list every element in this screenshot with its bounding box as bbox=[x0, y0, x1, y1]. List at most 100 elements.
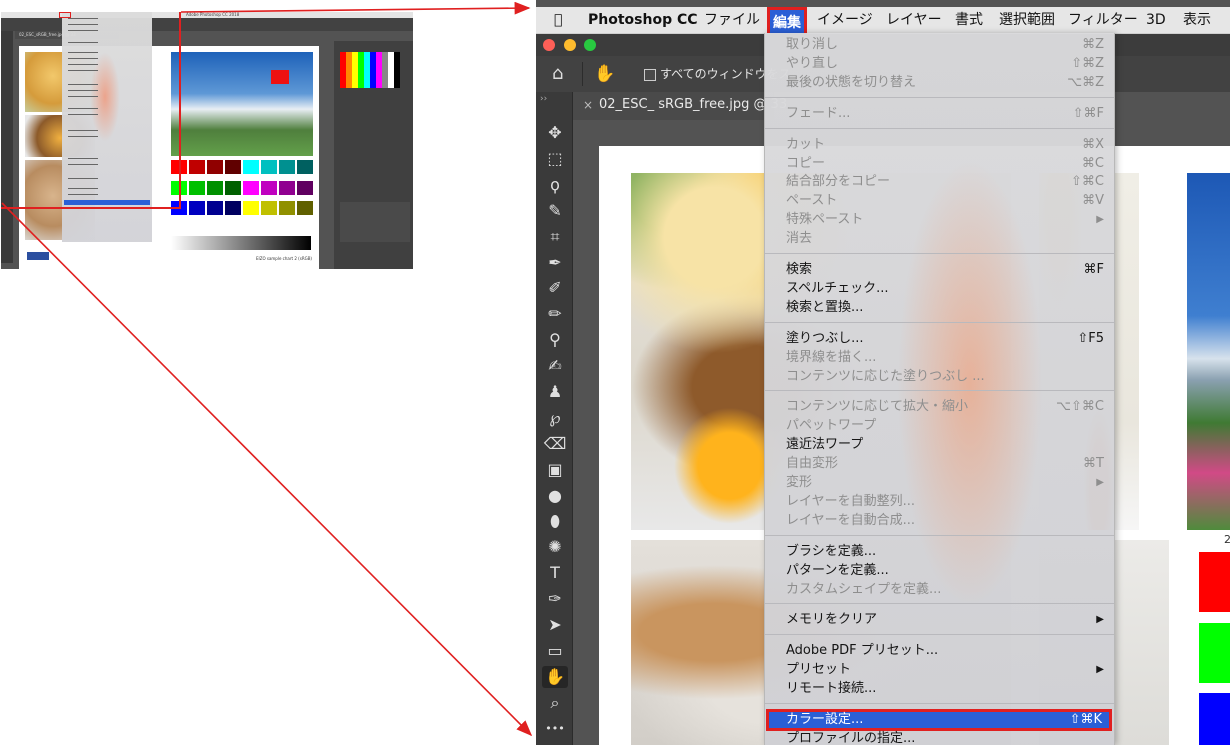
swatch-red bbox=[1199, 552, 1230, 612]
edit-menu-item[interactable]: カラー設定... ⇧⌘K bbox=[766, 709, 1112, 731]
edit-menu-item[interactable]: カスタムシェイプを定義... bbox=[765, 580, 1114, 599]
clone-stamp-tool-icon[interactable]: ⚲ bbox=[542, 329, 568, 351]
close-tab-icon[interactable]: × bbox=[583, 98, 593, 112]
edit-menu-item[interactable]: ブラシを定義... bbox=[765, 542, 1114, 561]
menu-item-label: やり直し bbox=[786, 55, 839, 71]
menu-item-shortcut: ⌘Z bbox=[1082, 37, 1104, 52]
menu-image[interactable]: イメージ bbox=[817, 7, 873, 33]
menu-view[interactable]: 表示 bbox=[1183, 7, 1211, 33]
edit-menu-item[interactable]: プロファイルの指定... bbox=[765, 729, 1114, 745]
quick-select-tool-icon[interactable]: ✎ bbox=[542, 200, 568, 222]
blur-tool-icon[interactable]: ● bbox=[542, 485, 568, 507]
edit-menu-item[interactable]: 取り消し ⌘Z bbox=[765, 35, 1114, 54]
menu-item-label: 消去 bbox=[786, 231, 813, 247]
edit-menu-item[interactable]: プリセット ▶ bbox=[765, 660, 1114, 679]
move-tool-icon[interactable]: ✥ bbox=[542, 122, 568, 144]
menu-item-shortcut: ⇧⌘F bbox=[1072, 105, 1104, 121]
marquee-tool-icon[interactable]: ⬚ bbox=[542, 148, 568, 170]
menu-filter[interactable]: フィルター bbox=[1068, 7, 1138, 33]
thumb-photo-mountain bbox=[171, 52, 313, 156]
thumb-color-swatches bbox=[171, 160, 313, 220]
expand-panel-icon[interactable]: ›› bbox=[540, 94, 547, 104]
submenu-arrow-icon: ▶ bbox=[1096, 214, 1104, 226]
menu-separator bbox=[765, 127, 1114, 129]
menu-item-label: 境界線を描く... bbox=[786, 349, 877, 365]
brush-tool-icon[interactable]: ✏ bbox=[542, 303, 568, 325]
menu-layer[interactable]: レイヤー bbox=[886, 7, 942, 33]
gradient-tool-icon[interactable]: ▣ bbox=[542, 459, 568, 481]
menu-separator bbox=[765, 390, 1114, 392]
menu-item-label: 遠近法ワープ bbox=[786, 437, 864, 453]
edit-menu-item[interactable]: カット ⌘X bbox=[765, 135, 1114, 154]
edit-menu-item[interactable]: Adobe PDF プリセット... bbox=[765, 641, 1114, 660]
scroll-all-windows-checkbox[interactable] bbox=[644, 69, 656, 81]
edit-menu-item[interactable]: やり直し ⇧⌘Z bbox=[765, 54, 1114, 73]
document-tab[interactable]: × 02_ESC_ sRGB_free.jpg @ 33 bbox=[573, 92, 787, 120]
hand-tool-icon[interactable]: ✋ bbox=[542, 665, 568, 688]
minimize-window-button[interactable] bbox=[564, 39, 576, 51]
menu-item-shortcut: ⌥⇧⌘C bbox=[1056, 399, 1104, 415]
menu-file[interactable]: ファイル bbox=[704, 7, 760, 33]
history-brush-tool-icon[interactable]: ✍ bbox=[542, 355, 568, 377]
swatch-green bbox=[1199, 623, 1230, 683]
pen-tool-icon[interactable]: ✑ bbox=[542, 588, 568, 610]
apple-menu-icon[interactable]:  bbox=[554, 7, 562, 33]
edit-menu-item[interactable]: 消去 bbox=[765, 229, 1114, 248]
edit-menu-item[interactable]: コンテンツに応じた塗りつぶし ... bbox=[765, 367, 1114, 386]
type-tool-icon[interactable]: T bbox=[542, 562, 568, 584]
edit-menu-item[interactable]: パターンを定義... bbox=[765, 561, 1114, 580]
edit-menu-item[interactable]: メモリをクリア ▶ bbox=[765, 610, 1114, 629]
edit-menu-item[interactable]: レイヤーを自動合成... bbox=[765, 511, 1114, 530]
edit-menu-item[interactable]: レイヤーを自動整列... bbox=[765, 492, 1114, 511]
edit-menu-item[interactable]: スペルチェック... bbox=[765, 279, 1114, 298]
edit-menu-item[interactable]: コンテンツに応じて拡大・縮小 ⌥⇧⌘C bbox=[765, 397, 1114, 416]
edit-menu-item[interactable]: ペースト ⌘V bbox=[765, 191, 1114, 210]
eyedropper-tool-icon[interactable]: ✒ bbox=[542, 252, 568, 274]
menu-select[interactable]: 選択範囲 bbox=[999, 7, 1055, 33]
zoom-tool-icon[interactable]: ⌕ bbox=[542, 692, 568, 714]
healing-brush-tool-icon[interactable]: ✐ bbox=[542, 277, 568, 299]
dodge-tool-icon[interactable]: ⬮ bbox=[542, 511, 568, 533]
thumb-zoom-frame-bottom bbox=[1, 207, 181, 209]
app-menu[interactable]: Photoshop CC bbox=[588, 7, 698, 33]
menu-item-label: スペルチェック... bbox=[786, 280, 889, 296]
edit-menu-item[interactable]: フェード... ⇧⌘F bbox=[765, 104, 1114, 123]
edit-menu-item[interactable]: リモート接続... bbox=[765, 679, 1114, 698]
zoomed-screenshot:  Photoshop CC ファイル 編集 イメージ レイヤー 書式 選択範囲… bbox=[536, 0, 1230, 745]
menu-item-label: メモリをクリア bbox=[786, 612, 878, 628]
edit-menu-item[interactable]: 最後の状態を切り替え ⌥⌘Z bbox=[765, 73, 1114, 92]
menu-item-label: カラー設定... bbox=[786, 712, 864, 727]
menu-item-shortcut: ⌘V bbox=[1082, 193, 1104, 209]
edit-menu-item[interactable]: 特殊ペースト ▶ bbox=[765, 210, 1114, 229]
close-window-button[interactable] bbox=[543, 39, 555, 51]
rectangle-tool-icon[interactable]: ▭ bbox=[542, 640, 568, 662]
stamp-tool-icon[interactable]: ♟ bbox=[542, 381, 568, 403]
edit-menu-item[interactable]: コピー ⌘C bbox=[765, 154, 1114, 173]
lasso-tool-icon[interactable]: ϙ bbox=[542, 174, 568, 196]
menu-item-label: 検索 bbox=[786, 262, 813, 277]
more-tools-icon[interactable]: ••• bbox=[542, 718, 568, 740]
path-select-tool-icon[interactable]: ➤ bbox=[542, 614, 568, 636]
home-icon[interactable]: ⌂ bbox=[552, 64, 574, 84]
menu-type[interactable]: 書式 bbox=[955, 7, 983, 33]
hand-tool-preset-button[interactable]: ✋ ⌄ bbox=[594, 62, 628, 106]
sponge-tool-icon[interactable]: ✺ bbox=[542, 536, 568, 558]
zoom-window-button[interactable] bbox=[584, 39, 596, 51]
edit-menu-item[interactable]: 塗りつぶし... ⇧F5 bbox=[765, 329, 1114, 348]
edit-menu-item[interactable]: 検索 ⌘F bbox=[765, 260, 1114, 279]
eraser-tool-icon[interactable]: ⌫ bbox=[542, 433, 568, 455]
edit-menu-item[interactable]: パペットワープ bbox=[765, 416, 1114, 435]
menu-item-label: パターンを定義... bbox=[786, 562, 889, 578]
thumb-toolbar bbox=[1, 31, 13, 263]
menu-item-label: コピー bbox=[786, 155, 826, 171]
menu-3d[interactable]: 3D bbox=[1146, 7, 1166, 33]
edit-menu-item[interactable]: 結合部分をコピー ⇧⌘C bbox=[765, 172, 1114, 191]
edit-menu-item[interactable]: 境界線を描く... bbox=[765, 348, 1114, 367]
edit-menu-item[interactable]: 遠近法ワープ bbox=[765, 435, 1114, 454]
art-history-brush-tool-icon[interactable]: ℘ bbox=[542, 407, 568, 429]
menu-item-shortcut: ⌘T bbox=[1083, 456, 1104, 472]
edit-menu-item[interactable]: 変形 ▶ bbox=[765, 473, 1114, 492]
edit-menu-item[interactable]: 自由変形 ⌘T bbox=[765, 454, 1114, 473]
edit-menu-item[interactable]: 検索と置換... bbox=[765, 298, 1114, 317]
crop-tool-icon[interactable]: ⌗ bbox=[542, 226, 568, 248]
